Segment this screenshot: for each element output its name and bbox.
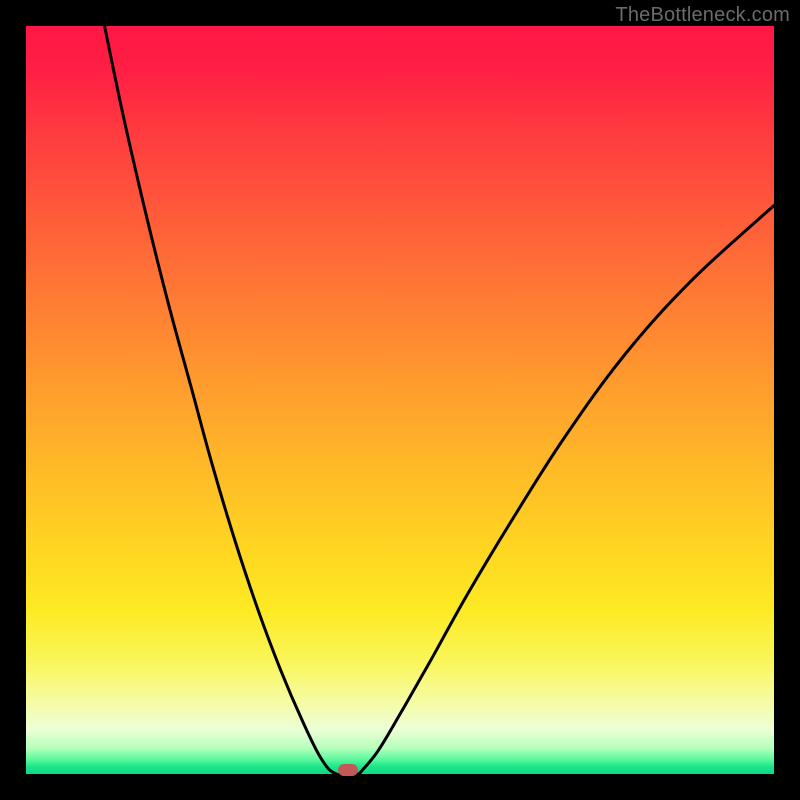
- plot-area: [26, 26, 774, 774]
- optimal-point-marker: [338, 764, 358, 776]
- watermark-text: TheBottleneck.com: [615, 4, 790, 27]
- bottleneck-curve: [26, 26, 774, 774]
- chart-frame: TheBottleneck.com: [0, 0, 800, 800]
